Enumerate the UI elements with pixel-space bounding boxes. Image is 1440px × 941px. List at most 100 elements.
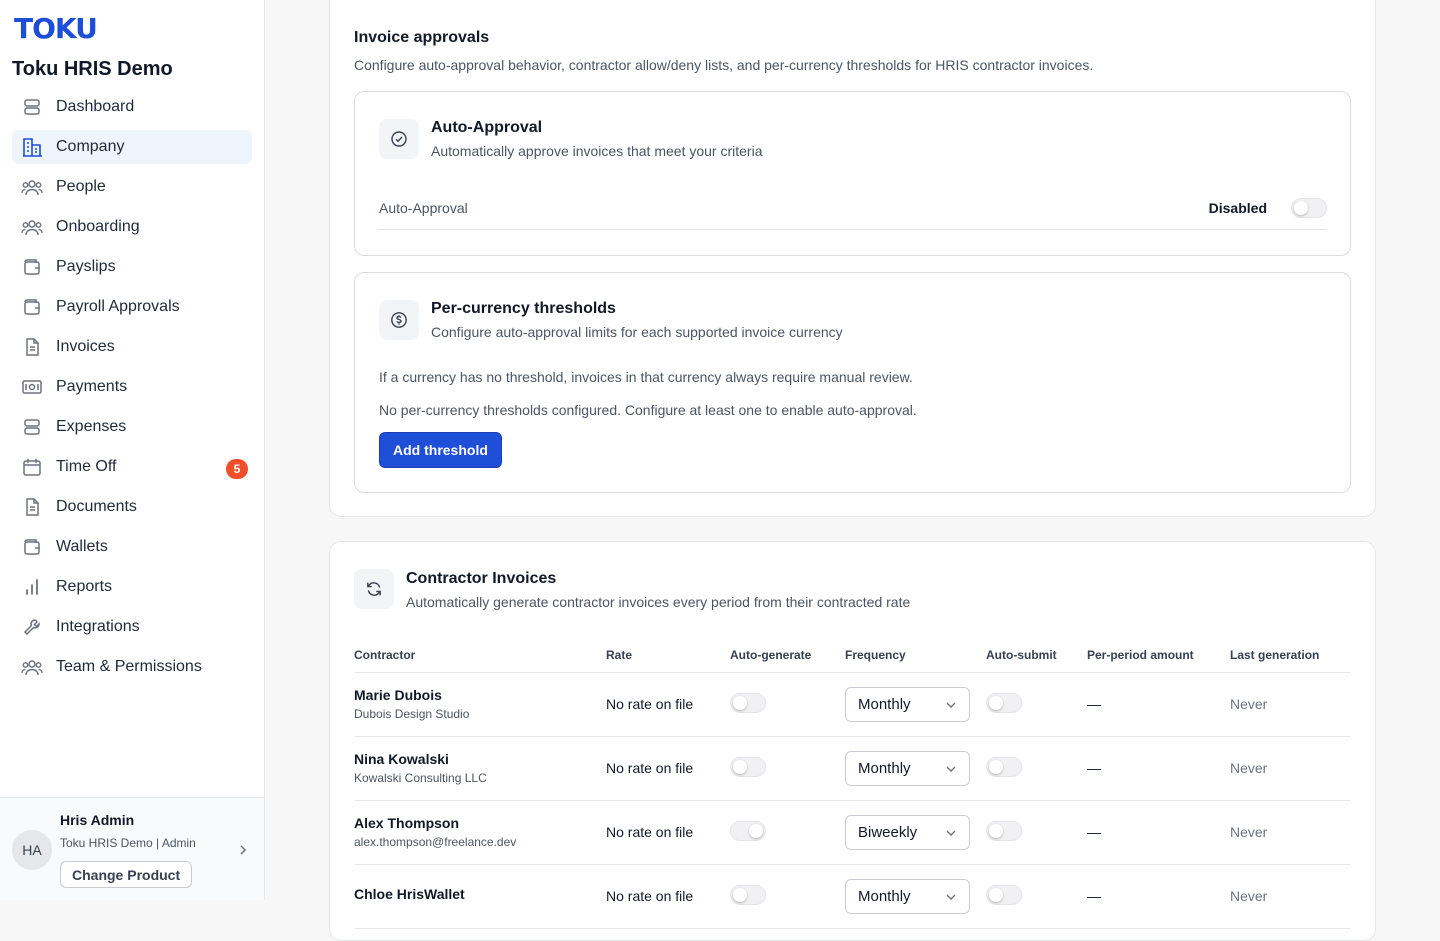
building-icon bbox=[20, 135, 44, 159]
sidebar-item-invoices[interactable]: Invoices bbox=[12, 330, 252, 364]
per-period-amount: — bbox=[1087, 672, 1230, 737]
sidebar-item-wallets[interactable]: Wallets bbox=[12, 530, 252, 564]
sidebar-item-label: Payments bbox=[56, 378, 128, 395]
chevron-right-icon[interactable] bbox=[238, 843, 248, 859]
sidebar-item-team-permissions[interactable]: Team & Permissions bbox=[12, 650, 252, 684]
auto-approval-toggle[interactable] bbox=[1291, 198, 1327, 218]
auto-submit-toggle[interactable] bbox=[986, 692, 1022, 713]
people-icon bbox=[20, 655, 44, 679]
change-product-button[interactable]: Change Product bbox=[60, 861, 193, 888]
sidebar-item-label: Time Off bbox=[56, 458, 117, 475]
auto-generate-toggle[interactable] bbox=[730, 820, 766, 841]
sidebar-item-expenses[interactable]: Expenses bbox=[12, 410, 252, 444]
thresholds-empty-state: No per-currency thresholds configured. C… bbox=[379, 402, 917, 418]
contractor-company: Dubois Design Studio bbox=[354, 707, 470, 721]
sidebar-item-payroll-approvals[interactable]: Payroll Approvals bbox=[12, 290, 252, 324]
wrench-icon bbox=[20, 615, 44, 639]
table-row: Nina Kowalski Kowalski Consulting LLC No … bbox=[354, 736, 1351, 801]
frequency-value: Monthly bbox=[858, 759, 911, 777]
last-generation: Never bbox=[1230, 800, 1351, 865]
auto-approval-subtitle: Automatically approve invoices that meet… bbox=[431, 143, 763, 159]
per-currency-thresholds-card: Per-currency thresholds Configure auto-a… bbox=[354, 272, 1351, 493]
wallet-icon bbox=[20, 295, 44, 319]
dashboard-icon bbox=[20, 95, 44, 119]
thresholds-subtitle: Configure auto-approval limits for each … bbox=[431, 324, 843, 340]
sidebar-nav: Dashboard Company People Onboarding Pays… bbox=[12, 90, 252, 690]
auto-approval-row: Auto-Approval Disabled bbox=[377, 184, 1327, 230]
contractor-invoices-subtitle: Automatically generate contractor invoic… bbox=[406, 594, 911, 610]
sidebar-item-label: People bbox=[56, 178, 106, 195]
sidebar-item-label: Wallets bbox=[56, 538, 108, 555]
sidebar-item-reports[interactable]: Reports bbox=[12, 570, 252, 604]
auto-generate-toggle[interactable] bbox=[730, 692, 766, 713]
contractor-company: Kowalski Consulting LLC bbox=[354, 771, 487, 785]
column-header-auto-generate: Auto-generate bbox=[730, 638, 845, 673]
per-period-amount: — bbox=[1087, 864, 1230, 929]
per-period-amount: — bbox=[1087, 736, 1230, 801]
stack-icon bbox=[20, 415, 44, 439]
sidebar-item-people[interactable]: People bbox=[12, 170, 252, 204]
sidebar-item-label: Dashboard bbox=[56, 98, 135, 115]
last-generation: Never bbox=[1230, 864, 1351, 929]
chevron-down-icon bbox=[945, 888, 957, 905]
table-row: Alex Thompson alex.thompson@freelance.dev… bbox=[354, 800, 1351, 865]
frequency-select[interactable]: Monthly bbox=[845, 878, 970, 914]
sidebar-item-label: Payslips bbox=[56, 258, 116, 275]
sidebar-item-onboarding[interactable]: Onboarding bbox=[12, 210, 252, 244]
auto-submit-toggle[interactable] bbox=[986, 884, 1022, 905]
contractor-name: Marie Dubois bbox=[354, 687, 442, 703]
contractor-email: alex.thompson@freelance.dev bbox=[354, 835, 517, 849]
table-header-row: Contractor Rate Auto-generate Frequency … bbox=[354, 638, 1351, 673]
sidebar-item-documents[interactable]: Documents bbox=[12, 490, 252, 524]
document-icon bbox=[20, 495, 44, 519]
auto-generate-toggle[interactable] bbox=[730, 884, 766, 905]
toku-logo[interactable]: TOKU bbox=[14, 12, 98, 45]
sidebar-item-label: Company bbox=[56, 138, 125, 155]
frequency-select[interactable]: Biweekly bbox=[845, 814, 970, 850]
frequency-select[interactable]: Monthly bbox=[845, 750, 970, 786]
onboarding-icon bbox=[20, 215, 44, 239]
table-row: Chloe HrisWallet No rate on file Monthly… bbox=[354, 864, 1351, 929]
last-generation: Never bbox=[1230, 736, 1351, 801]
column-header-contractor: Contractor bbox=[354, 638, 606, 673]
sidebar-item-company[interactable]: Company bbox=[12, 130, 252, 164]
section-title: Invoice approvals bbox=[354, 29, 490, 46]
people-icon bbox=[20, 175, 44, 199]
frequency-select[interactable]: Monthly bbox=[845, 686, 970, 722]
frequency-value: Biweekly bbox=[858, 823, 918, 841]
user-org-role: Toku HRIS Demo | Admin bbox=[60, 836, 196, 850]
contractor-invoices-title: Contractor Invoices bbox=[406, 570, 557, 587]
user-menu[interactable]: HA Hris Admin Toku HRIS Demo | Admin Cha… bbox=[0, 797, 264, 900]
thresholds-title: Per-currency thresholds bbox=[431, 300, 616, 317]
sidebar: TOKU Toku HRIS Demo Dashboard Company Pe… bbox=[0, 0, 265, 900]
auto-approval-label: Auto-Approval bbox=[379, 200, 468, 216]
rate-cell: No rate on file bbox=[606, 864, 730, 929]
avatar: HA bbox=[12, 830, 52, 870]
add-threshold-button[interactable]: Add threshold bbox=[379, 432, 502, 468]
bar-chart-icon bbox=[20, 575, 44, 599]
per-period-amount: — bbox=[1087, 800, 1230, 865]
contractor-name: Nina Kowalski bbox=[354, 751, 449, 767]
sidebar-item-label: Expenses bbox=[56, 418, 127, 435]
sidebar-item-integrations[interactable]: Integrations bbox=[12, 610, 252, 644]
sidebar-item-payslips[interactable]: Payslips bbox=[12, 250, 252, 284]
calendar-icon bbox=[20, 455, 44, 479]
sidebar-item-label: Integrations bbox=[56, 618, 140, 635]
auto-submit-toggle[interactable] bbox=[986, 820, 1022, 841]
sidebar-item-dashboard[interactable]: Dashboard bbox=[12, 90, 252, 124]
rate-cell: No rate on file bbox=[606, 800, 730, 865]
rate-cell: No rate on file bbox=[606, 736, 730, 801]
sidebar-item-label: Payroll Approvals bbox=[56, 298, 180, 315]
frequency-value: Monthly bbox=[858, 695, 911, 713]
time-off-badge: 5 bbox=[226, 459, 248, 479]
thresholds-note: If a currency has no threshold, invoices… bbox=[379, 369, 913, 385]
sidebar-item-time-off[interactable]: Time Off 5 bbox=[12, 450, 252, 484]
auto-generate-toggle[interactable] bbox=[730, 756, 766, 777]
column-header-frequency: Frequency bbox=[845, 638, 986, 673]
sidebar-item-label: Reports bbox=[56, 578, 113, 595]
column-header-auto-submit: Auto-submit bbox=[986, 638, 1087, 673]
sidebar-item-payments[interactable]: Payments bbox=[12, 370, 252, 404]
refresh-icon bbox=[354, 569, 394, 609]
invoice-approvals-panel: Invoice approvals Configure auto-approva… bbox=[329, 0, 1376, 517]
auto-submit-toggle[interactable] bbox=[986, 756, 1022, 777]
